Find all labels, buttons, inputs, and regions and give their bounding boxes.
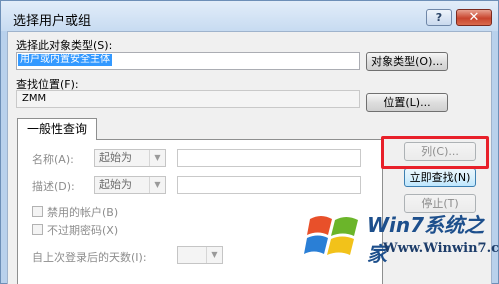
days-since-login-select: ▼ — [177, 246, 223, 264]
find-now-highlight — [381, 136, 489, 169]
description-label: 描述(D): — [32, 180, 75, 193]
disabled-accounts-checkbox — [32, 206, 43, 217]
title-bar[interactable]: 选择用户或组 ? ✕ — [1, 1, 498, 31]
window-title: 选择用户或组 — [13, 14, 92, 29]
description-input — [177, 176, 361, 194]
watermark-title: Win7系统之家 — [367, 213, 485, 266]
name-mode-value: 起始为 — [99, 151, 132, 164]
object-type-label: 选择此对象类型(S): — [16, 39, 113, 52]
non-expiring-password-label: 不过期密码(X) — [47, 224, 119, 237]
chevron-down-icon: ▼ — [206, 247, 222, 263]
help-button[interactable]: ? — [426, 9, 452, 26]
chevron-down-icon: ▼ — [149, 177, 165, 193]
tab-general-queries[interactable]: 一般性查询 — [17, 118, 97, 140]
locations-button[interactable]: 位置(L)... — [366, 93, 448, 112]
close-button[interactable]: ✕ — [456, 9, 492, 26]
watermark-url: Www.Winwin7.com — [383, 241, 499, 256]
windows-logo-icon — [304, 216, 358, 255]
chevron-down-icon: ▼ — [149, 150, 165, 166]
location-value: ZMM — [22, 93, 47, 104]
disabled-accounts-label: 禁用的帐户(B) — [47, 206, 119, 219]
object-types-button[interactable]: 对象类型(O)... — [366, 52, 448, 71]
non-expiring-password-checkbox — [32, 224, 43, 235]
description-mode-select: 起始为 ▼ — [94, 176, 166, 194]
name-mode-select: 起始为 ▼ — [94, 149, 166, 167]
find-now-button[interactable]: 立即查找(N) — [404, 168, 476, 187]
name-label: 名称(A): — [32, 153, 74, 166]
object-type-field[interactable]: 用户或内置安全主体 — [16, 52, 360, 70]
name-input — [177, 149, 361, 167]
days-since-login-label: 自上次登录后的天数(I): — [32, 251, 147, 264]
object-type-value: 用户或内置安全主体 — [18, 54, 112, 66]
select-users-dialog: 选择用户或组 ? ✕ 选择此对象类型(S): 用户或内置安全主体 对象类型(O)… — [0, 0, 499, 284]
location-field: ZMM — [16, 90, 360, 108]
description-mode-value: 起始为 — [99, 178, 132, 191]
